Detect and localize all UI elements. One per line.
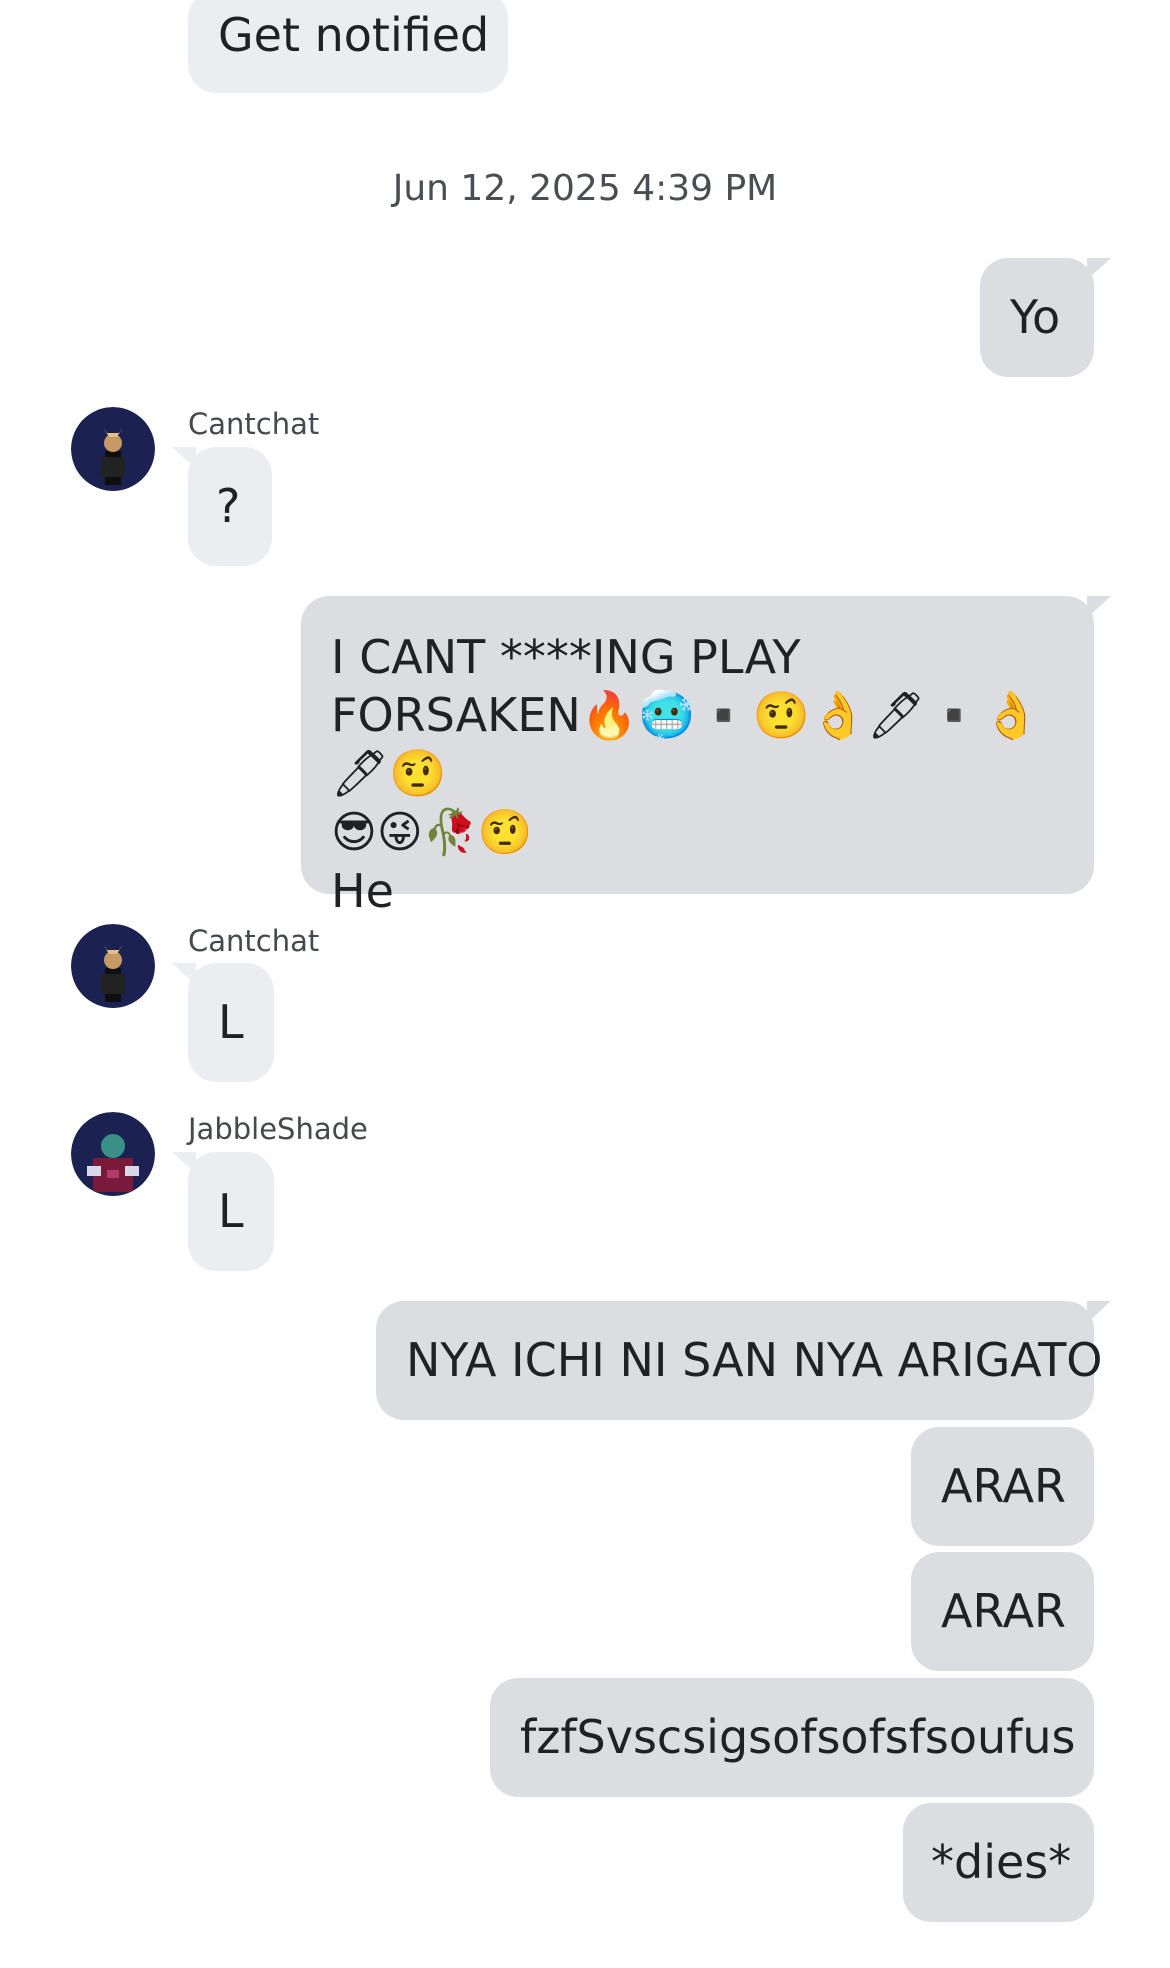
outgoing-message-arar[interactable]: ARAR — [911, 1427, 1094, 1546]
conversation-timestamp: Jun 12, 2025 4:39 PM — [392, 168, 778, 209]
message-line-emoji: FORSAKEN🔥🥶▪️🤨👌🖊▪️👌🖊🤨 — [331, 686, 1064, 802]
sender-name: Cantchat — [188, 407, 320, 441]
message-text: ARAR — [941, 1459, 1066, 1513]
sender-name: JabbleShade — [188, 1112, 368, 1146]
incoming-message[interactable]: ? — [188, 447, 272, 566]
incoming-message[interactable]: L — [188, 963, 274, 1082]
message-text: *dies* — [931, 1835, 1072, 1889]
message-line: He — [331, 864, 394, 918]
message-text: L — [218, 995, 244, 1049]
message-line: 😎😜🥀🤨 — [331, 807, 533, 858]
outgoing-message-dies[interactable]: *dies* — [903, 1803, 1094, 1922]
message-text: ARAR — [941, 1584, 1066, 1638]
outgoing-message-gibberish[interactable]: fzfSvscsigsofsofsfsoufus — [490, 1678, 1094, 1797]
avatar-cantchat[interactable] — [71, 924, 155, 1008]
avatar-cantchat[interactable] — [71, 407, 155, 491]
message-text: ? — [216, 479, 241, 533]
message-text: Yo — [1010, 290, 1061, 344]
outgoing-message-arar[interactable]: ARAR — [911, 1552, 1094, 1671]
message-line: I CANT ****ING PLAY — [331, 630, 801, 684]
outgoing-message-forsaken[interactable]: I CANT ****ING PLAY FORSAKEN🔥🥶▪️🤨👌🖊▪️👌🖊🤨… — [301, 596, 1094, 918]
avatar-jabbleshade[interactable] — [71, 1112, 155, 1196]
message-text: Get notified — [218, 8, 490, 62]
message-line-emoji: 😎😜🥀🤨 — [331, 802, 1064, 862]
incoming-message[interactable]: L — [188, 1152, 274, 1271]
message-text: NYA ICHI NI SAN NYA ARIGATO — [406, 1333, 1103, 1387]
message-text: L — [218, 1184, 244, 1238]
outgoing-message-yo[interactable]: Yo — [980, 258, 1094, 377]
message-text: fzfSvscsigsofsofsfsoufus — [520, 1710, 1076, 1764]
message-line: FORSAKEN🔥🥶▪️🤨👌🖊▪️👌🖊🤨 — [331, 688, 1041, 800]
outgoing-message-nya[interactable]: NYA ICHI NI SAN NYA ARIGATO — [376, 1301, 1103, 1420]
sender-name: Cantchat — [188, 924, 320, 958]
message-bubble-get-notified[interactable]: Get notified — [188, 0, 508, 93]
